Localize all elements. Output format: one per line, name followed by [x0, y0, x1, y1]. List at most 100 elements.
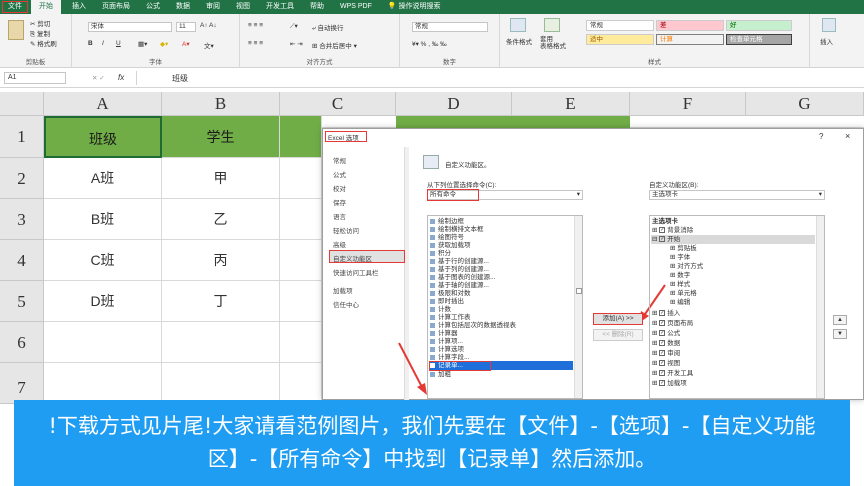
- checkbox[interactable]: ✓: [659, 310, 666, 317]
- border-icon[interactable]: ▦▾: [138, 40, 147, 48]
- dialog-help-button[interactable]: ?: [819, 132, 823, 141]
- tab-insert[interactable]: 插入: [64, 0, 94, 14]
- cell-a1[interactable]: 班级: [44, 116, 162, 158]
- insert-cells-icon[interactable]: [822, 18, 836, 32]
- tree-item[interactable]: ⊞ ✓ 插入: [652, 310, 680, 318]
- style-normal[interactable]: 常规: [586, 20, 654, 31]
- remove-button[interactable]: << 删除(R): [593, 329, 643, 341]
- tree-item[interactable]: ⊞ 单元格: [670, 290, 697, 298]
- format-as-table-icon[interactable]: [544, 18, 560, 32]
- tab-file[interactable]: 文件: [2, 1, 28, 13]
- wrap-text-button[interactable]: ⤶ 自动换行: [312, 22, 343, 33]
- tree-item[interactable]: ⊞ 样式: [670, 281, 690, 289]
- scroll-thumb[interactable]: [576, 288, 582, 294]
- formula-cancel-confirm-icons[interactable]: ✕ ✓: [92, 74, 105, 82]
- cell-a3[interactable]: B班: [44, 199, 162, 240]
- list-item[interactable]: 积分: [430, 250, 451, 258]
- row-header-1[interactable]: 1: [0, 116, 44, 158]
- style-neutral[interactable]: 适中: [586, 34, 654, 45]
- tab-view[interactable]: 视图: [228, 0, 258, 14]
- tree-item[interactable]: ⊞ 对齐方式: [670, 263, 703, 271]
- nav-advanced[interactable]: 高级: [333, 239, 346, 249]
- tree-item[interactable]: ⊞ ✓ 背景消除: [652, 227, 693, 235]
- select-all-corner[interactable]: [0, 92, 44, 116]
- list-item[interactable]: 计算器: [430, 330, 458, 338]
- number-format-select[interactable]: 常规: [412, 22, 488, 32]
- row-header-5[interactable]: 5: [0, 281, 44, 322]
- orientation-icon[interactable]: ⟋▾: [290, 22, 298, 31]
- customize-ribbon-select[interactable]: 主选项卡 ▾: [649, 190, 825, 200]
- format-as-table-label[interactable]: 套用 表格格式: [540, 36, 566, 50]
- italic-button[interactable]: I: [102, 40, 104, 47]
- format-painter-button[interactable]: ✎ 格式刷: [30, 38, 57, 48]
- tab-page-layout[interactable]: 页面布局: [94, 0, 138, 14]
- nav-trust-center[interactable]: 信任中心: [333, 299, 359, 309]
- tab-home[interactable]: 开始: [31, 0, 61, 14]
- add-button[interactable]: 添加(A) >>: [593, 313, 643, 325]
- conditional-format-label[interactable]: 条件格式: [506, 36, 532, 46]
- checkbox[interactable]: ✓: [659, 380, 666, 387]
- commands-scrollbar[interactable]: [574, 216, 582, 398]
- formula-input[interactable]: 班级: [172, 73, 188, 84]
- checkbox[interactable]: ✓: [659, 370, 666, 377]
- tree-item[interactable]: ⊞ 剪贴板: [670, 245, 697, 253]
- checkbox[interactable]: ✓: [659, 360, 666, 367]
- col-header-d[interactable]: D: [396, 92, 512, 116]
- name-box[interactable]: A1: [4, 72, 66, 84]
- underline-button[interactable]: U: [116, 40, 121, 47]
- style-calculation[interactable]: 计算: [656, 34, 724, 45]
- col-header-e[interactable]: E: [512, 92, 630, 116]
- tree-item[interactable]: ⊞ ✓ 视图: [652, 360, 680, 368]
- number-format-icons[interactable]: ¥▾ % , ‰ ‰: [412, 40, 447, 48]
- row-header-2[interactable]: 2: [0, 158, 44, 199]
- list-item[interactable]: 加粗: [430, 371, 451, 379]
- move-up-button[interactable]: ▲: [833, 315, 847, 325]
- move-down-button[interactable]: ▼: [833, 329, 847, 339]
- checkbox[interactable]: ✓: [659, 236, 666, 243]
- nav-proofing[interactable]: 校对: [333, 183, 346, 193]
- tree-item[interactable]: ⊞ 字体: [670, 254, 690, 262]
- style-bad[interactable]: 差: [656, 20, 724, 31]
- style-check-cell[interactable]: 检查单元格: [726, 34, 792, 45]
- paste-icon[interactable]: [8, 20, 24, 40]
- tree-item-selected[interactable]: ⊟ ✓ 开始: [652, 236, 680, 244]
- checkbox[interactable]: ✓: [659, 330, 666, 337]
- col-header-b[interactable]: B: [162, 92, 280, 116]
- cell-b6[interactable]: [162, 322, 280, 363]
- font-size-select[interactable]: 11: [176, 22, 196, 32]
- cell-b2[interactable]: 甲: [162, 158, 280, 199]
- cell-a4[interactable]: C班: [44, 240, 162, 281]
- col-header-f[interactable]: F: [630, 92, 746, 116]
- list-item[interactable]: 绘制横排文本框: [430, 226, 484, 234]
- tree-item[interactable]: ⊞ ✓ 页面布局: [652, 320, 693, 328]
- nav-add-ins[interactable]: 加载项: [333, 285, 353, 295]
- cell-b4[interactable]: 丙: [162, 240, 280, 281]
- checkbox[interactable]: ✓: [659, 320, 666, 327]
- merge-center-button[interactable]: ⊞ 合并后居中 ▾: [312, 40, 357, 50]
- cell-b3[interactable]: 乙: [162, 199, 280, 240]
- col-header-a[interactable]: A: [44, 92, 162, 116]
- fill-color-icon[interactable]: ◆▾: [160, 40, 168, 48]
- nav-quick-access-toolbar[interactable]: 快速访问工具栏: [333, 267, 379, 277]
- style-good[interactable]: 好: [726, 20, 792, 31]
- list-item[interactable]: 极限和对数: [430, 290, 471, 298]
- nav-formulas[interactable]: 公式: [333, 169, 346, 179]
- list-item[interactable]: 即时插出: [430, 298, 464, 306]
- col-header-g[interactable]: G: [746, 92, 864, 116]
- nav-language[interactable]: 语言: [333, 211, 346, 221]
- tree-item[interactable]: ⊞ ✓ 公式: [652, 330, 680, 338]
- cell-b5[interactable]: 丁: [162, 281, 280, 322]
- fx-icon[interactable]: fx: [118, 73, 124, 82]
- tree-item[interactable]: ⊞ ✓ 开发工具: [652, 370, 693, 378]
- list-item[interactable]: 计算选项: [430, 346, 464, 354]
- cell-b1[interactable]: 学生: [162, 116, 280, 158]
- col-header-c[interactable]: C: [280, 92, 396, 116]
- checkbox[interactable]: ✓: [659, 340, 666, 347]
- cell-a5[interactable]: D班: [44, 281, 162, 322]
- insert-cells-label[interactable]: 插入: [820, 36, 833, 46]
- bold-button[interactable]: B: [88, 40, 93, 47]
- row-header-7[interactable]: 7: [0, 363, 44, 404]
- checkbox[interactable]: ✓: [659, 350, 666, 357]
- cell-b7[interactable]: [162, 363, 280, 404]
- row-header-3[interactable]: 3: [0, 199, 44, 240]
